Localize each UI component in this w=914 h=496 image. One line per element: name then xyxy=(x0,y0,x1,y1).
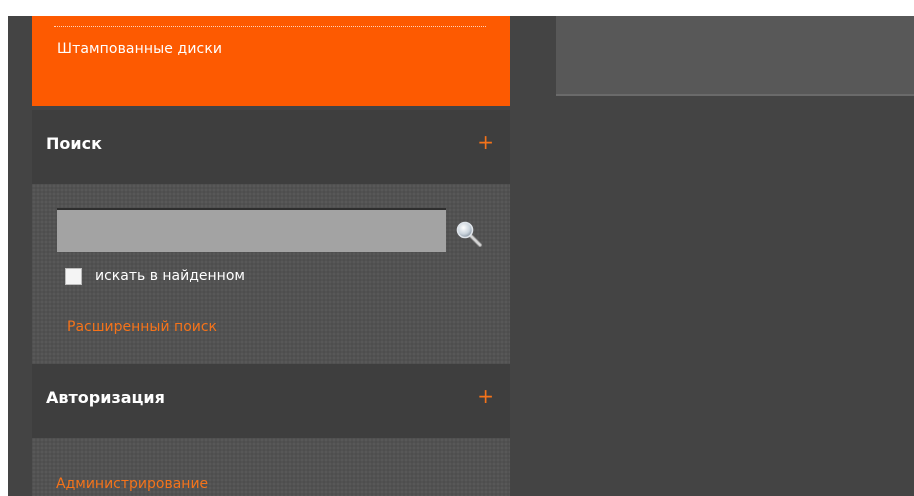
page-background: Штампованные диски Поиск + искать в найд… xyxy=(8,16,914,496)
expand-search-plus-icon[interactable]: + xyxy=(477,130,494,154)
auth-section-header[interactable]: Авторизация + xyxy=(32,364,510,438)
search-panel: искать в найденном Расширенный поиск xyxy=(32,184,510,364)
search-section-header[interactable]: Поиск + xyxy=(32,110,510,184)
sidebar: Штампованные диски Поиск + искать в найд… xyxy=(32,16,510,496)
search-in-results-checkbox[interactable] xyxy=(65,268,82,285)
menu-divider xyxy=(54,26,486,27)
search-input[interactable] xyxy=(57,208,446,252)
catalog-menu-block: Штампованные диски xyxy=(32,16,510,106)
magnifier-icon[interactable] xyxy=(455,220,483,248)
administration-link[interactable]: Администрирование xyxy=(56,476,208,492)
search-section-title: Поиск xyxy=(46,134,102,153)
menu-item-stamped-wheels[interactable]: Штампованные диски xyxy=(57,41,222,57)
expand-auth-plus-icon[interactable]: + xyxy=(477,384,494,408)
auth-panel: Администрирование xyxy=(32,438,510,496)
search-in-results-label: искать в найденном xyxy=(95,268,245,284)
advanced-search-link[interactable]: Расширенный поиск xyxy=(67,319,217,335)
auth-section-title: Авторизация xyxy=(46,388,165,407)
content-box xyxy=(556,16,914,96)
